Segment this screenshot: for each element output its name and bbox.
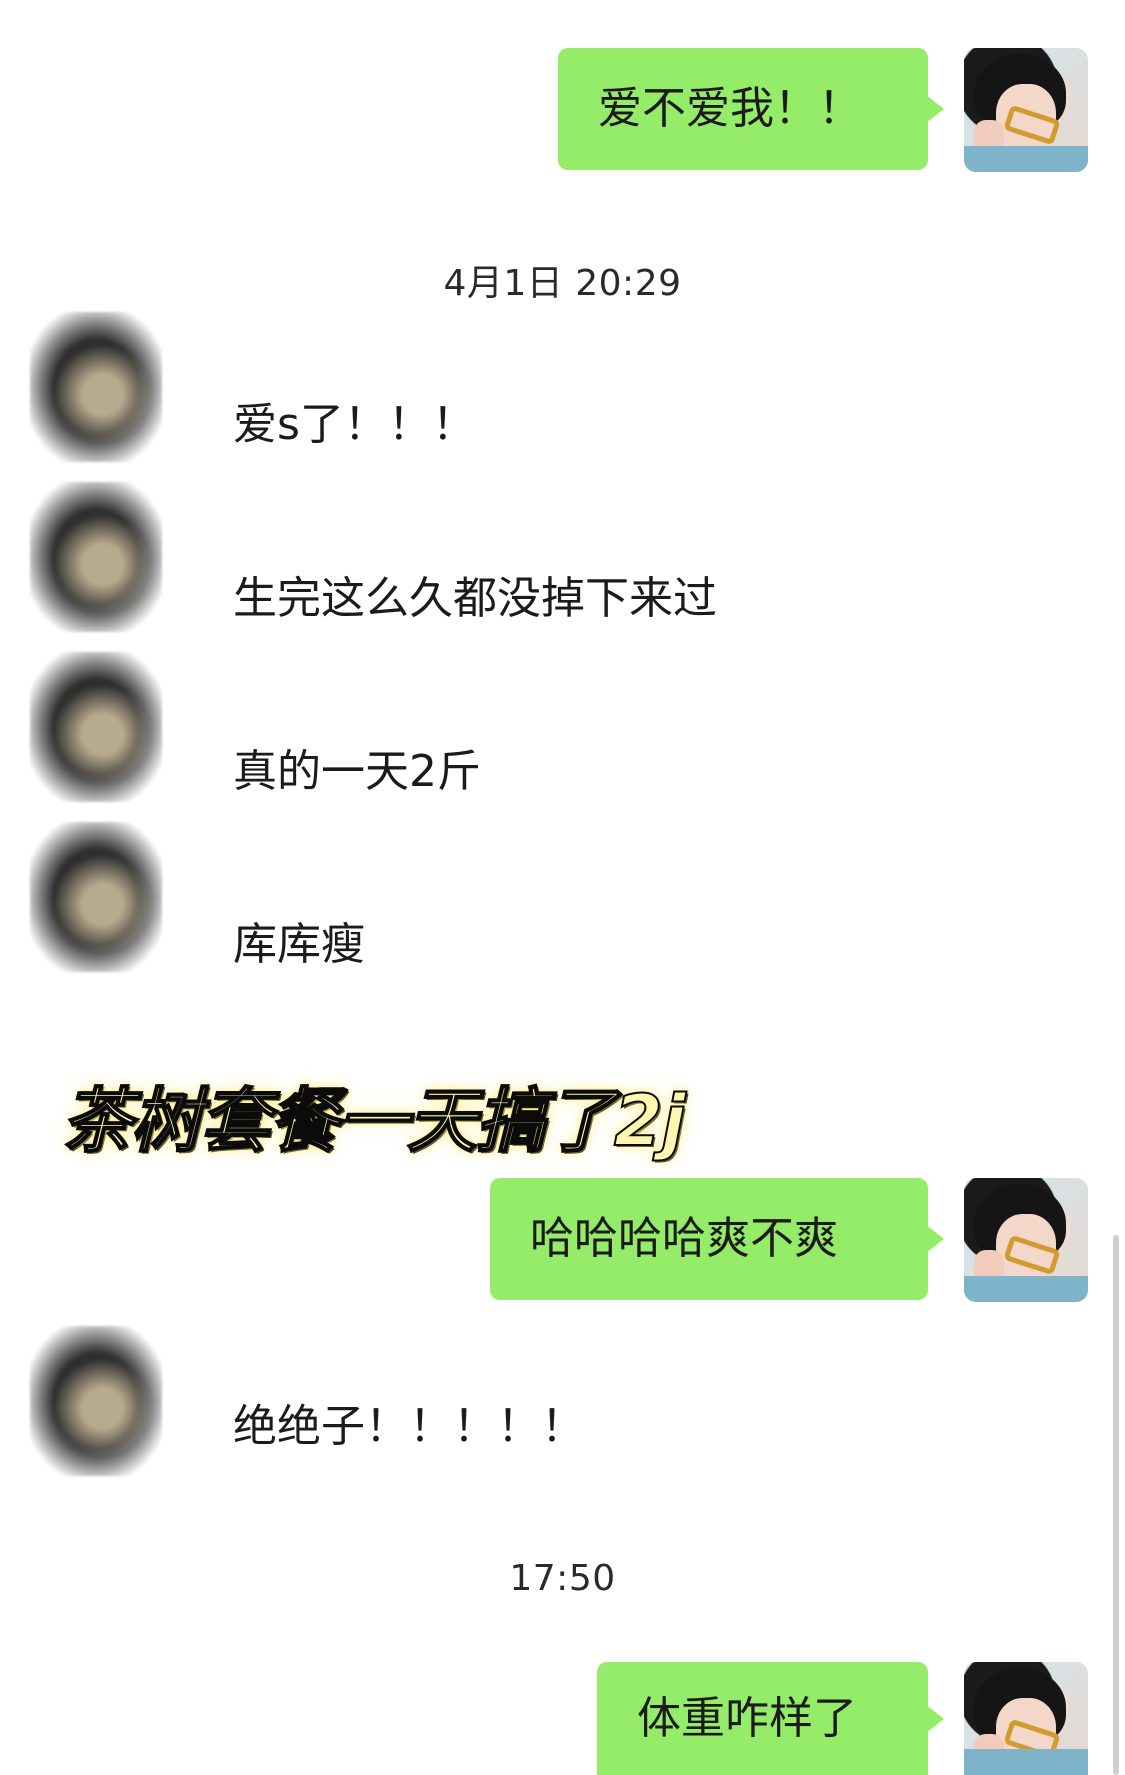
incoming-message[interactable]: 库库瘦 <box>233 908 365 972</box>
chat-thread[interactable]: 爱不爱我！！ 4月1日 20:29 爱s了！！！ 生完这么久都没掉下来过 真的一… <box>0 0 1125 1775</box>
outgoing-message-bubble[interactable]: 哈哈哈哈爽不爽 <box>490 1178 928 1300</box>
incoming-message[interactable]: 爱s了！！！ <box>233 388 476 452</box>
user-avatar[interactable] <box>964 1662 1088 1775</box>
timestamp: 4月1日 20:29 <box>443 263 682 304</box>
user-avatar[interactable] <box>964 48 1088 172</box>
timestamp: 17:50 <box>509 1558 616 1599</box>
contact-avatar[interactable] <box>30 1326 162 1476</box>
incoming-message[interactable]: 绝绝子！！！！！ <box>233 1390 585 1454</box>
outgoing-message-bubble[interactable]: 爱不爱我！！ <box>558 48 928 170</box>
avatar-shirt <box>964 1749 1088 1775</box>
incoming-message[interactable]: 生完这么久都没掉下来过 <box>233 562 717 626</box>
incoming-message[interactable]: 真的一天2斤 <box>233 735 481 799</box>
avatar-shirt <box>964 146 1088 172</box>
avatar-shirt <box>964 1276 1088 1302</box>
contact-avatar[interactable] <box>30 822 162 972</box>
user-avatar[interactable] <box>964 1178 1088 1302</box>
message-text: 哈哈哈哈爽不爽 <box>530 1213 838 1264</box>
scrollbar[interactable] <box>1113 1235 1119 1775</box>
overlay-caption: 茶树套餐一天搞了2j <box>61 1079 687 1163</box>
contact-avatar[interactable] <box>30 652 162 802</box>
message-text: 体重咋样了 <box>637 1692 857 1744</box>
outgoing-message-bubble[interactable]: 体重咋样了 <box>597 1662 928 1775</box>
message-text: 爱不爱我！！ <box>598 83 862 134</box>
contact-avatar[interactable] <box>30 312 162 462</box>
contact-avatar[interactable] <box>30 482 162 632</box>
